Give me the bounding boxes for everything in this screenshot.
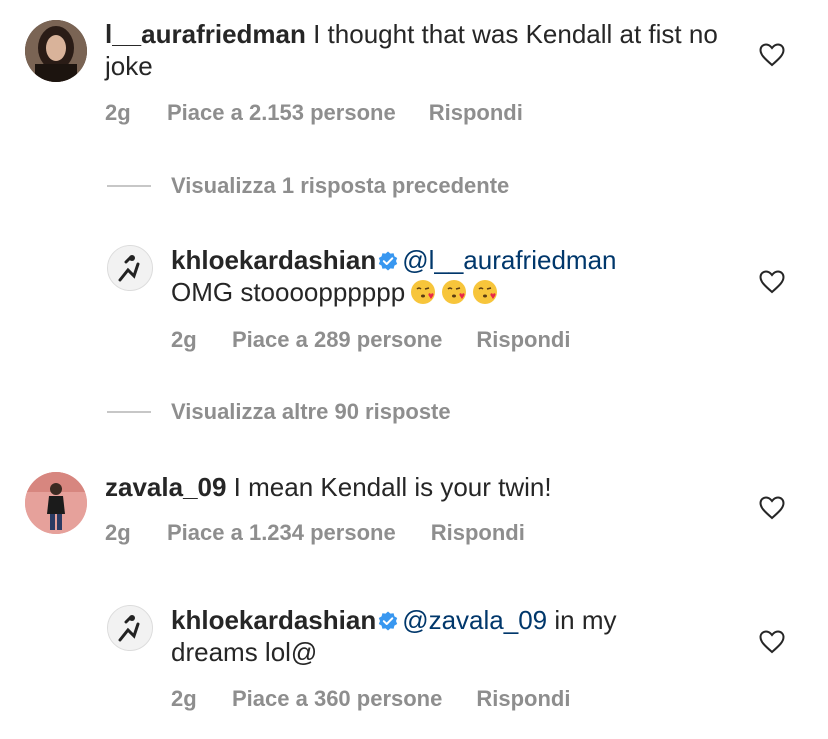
mention-link[interactable]: @zavala_09 [402,605,547,635]
comment-meta: 2g Piace a 289 persone Rispondi [171,327,570,353]
kissing-face-emoji [473,280,498,304]
comment-text: l__aurafriedman I thought that was Kenda… [105,18,725,82]
kissing-face-emoji [411,280,436,304]
comment-meta: 2g Piace a 360 persone Rispondi [171,686,570,712]
verified-badge-icon [379,251,398,271]
likes-count[interactable]: Piace a 1.234 persone [167,520,396,546]
username[interactable]: zavala_09 [105,472,226,502]
heart-outline-icon[interactable] [759,496,785,520]
comment-body: I mean Kendall is your twin! [226,472,552,502]
reply-button[interactable]: Rispondi [431,520,525,546]
thread-divider [107,185,151,187]
comment-text: khloekardashian @zavala_09 in my dreams l… [171,604,731,668]
verified-badge-icon [379,611,398,631]
likes-count[interactable]: Piace a 289 persone [232,327,442,353]
heart-outline-icon[interactable] [759,630,785,654]
avatar[interactable] [25,472,87,534]
comment-body: in my [547,605,617,635]
timestamp: 2g [105,520,131,545]
comment-text: khloekardashian @l__aurafriedman OMG stoo… [171,244,731,308]
view-replies-button[interactable]: Visualizza 1 risposta precedente [171,173,509,199]
comment-meta: 2g Piace a 1.234 persone Rispondi [105,520,525,546]
timestamp: 2g [171,686,197,711]
comment-text: zavala_09 I mean Kendall is your twin! [105,471,725,503]
avatar[interactable] [107,605,153,651]
heart-outline-icon[interactable] [759,43,785,67]
likes-count[interactable]: Piace a 360 persone [232,686,442,712]
username[interactable]: khloekardashian [171,605,376,635]
reply-button[interactable]: Rispondi [429,100,523,126]
timestamp: 2g [171,327,197,352]
likes-count[interactable]: Piace a 2.153 persone [167,100,396,126]
view-replies-button[interactable]: Visualizza altre 90 risposte [171,399,451,425]
comment-body-line2: dreams lol@ [171,637,318,667]
timestamp: 2g [105,100,131,125]
thread-divider [107,411,151,413]
username[interactable]: l__aurafriedman [105,19,306,49]
comment-meta: 2g Piace a 2.153 persone Rispondi [105,100,523,126]
avatar[interactable] [25,20,87,82]
reply-button[interactable]: Rispondi [476,327,570,353]
username[interactable]: khloekardashian [171,245,376,275]
kissing-face-emoji [442,280,467,304]
heart-outline-icon[interactable] [759,270,785,294]
reply-button[interactable]: Rispondi [476,686,570,712]
avatar[interactable] [107,245,153,291]
mention-link[interactable]: @l__aurafriedman [402,245,616,275]
comment-body: OMG stoooopppppp [171,277,406,307]
